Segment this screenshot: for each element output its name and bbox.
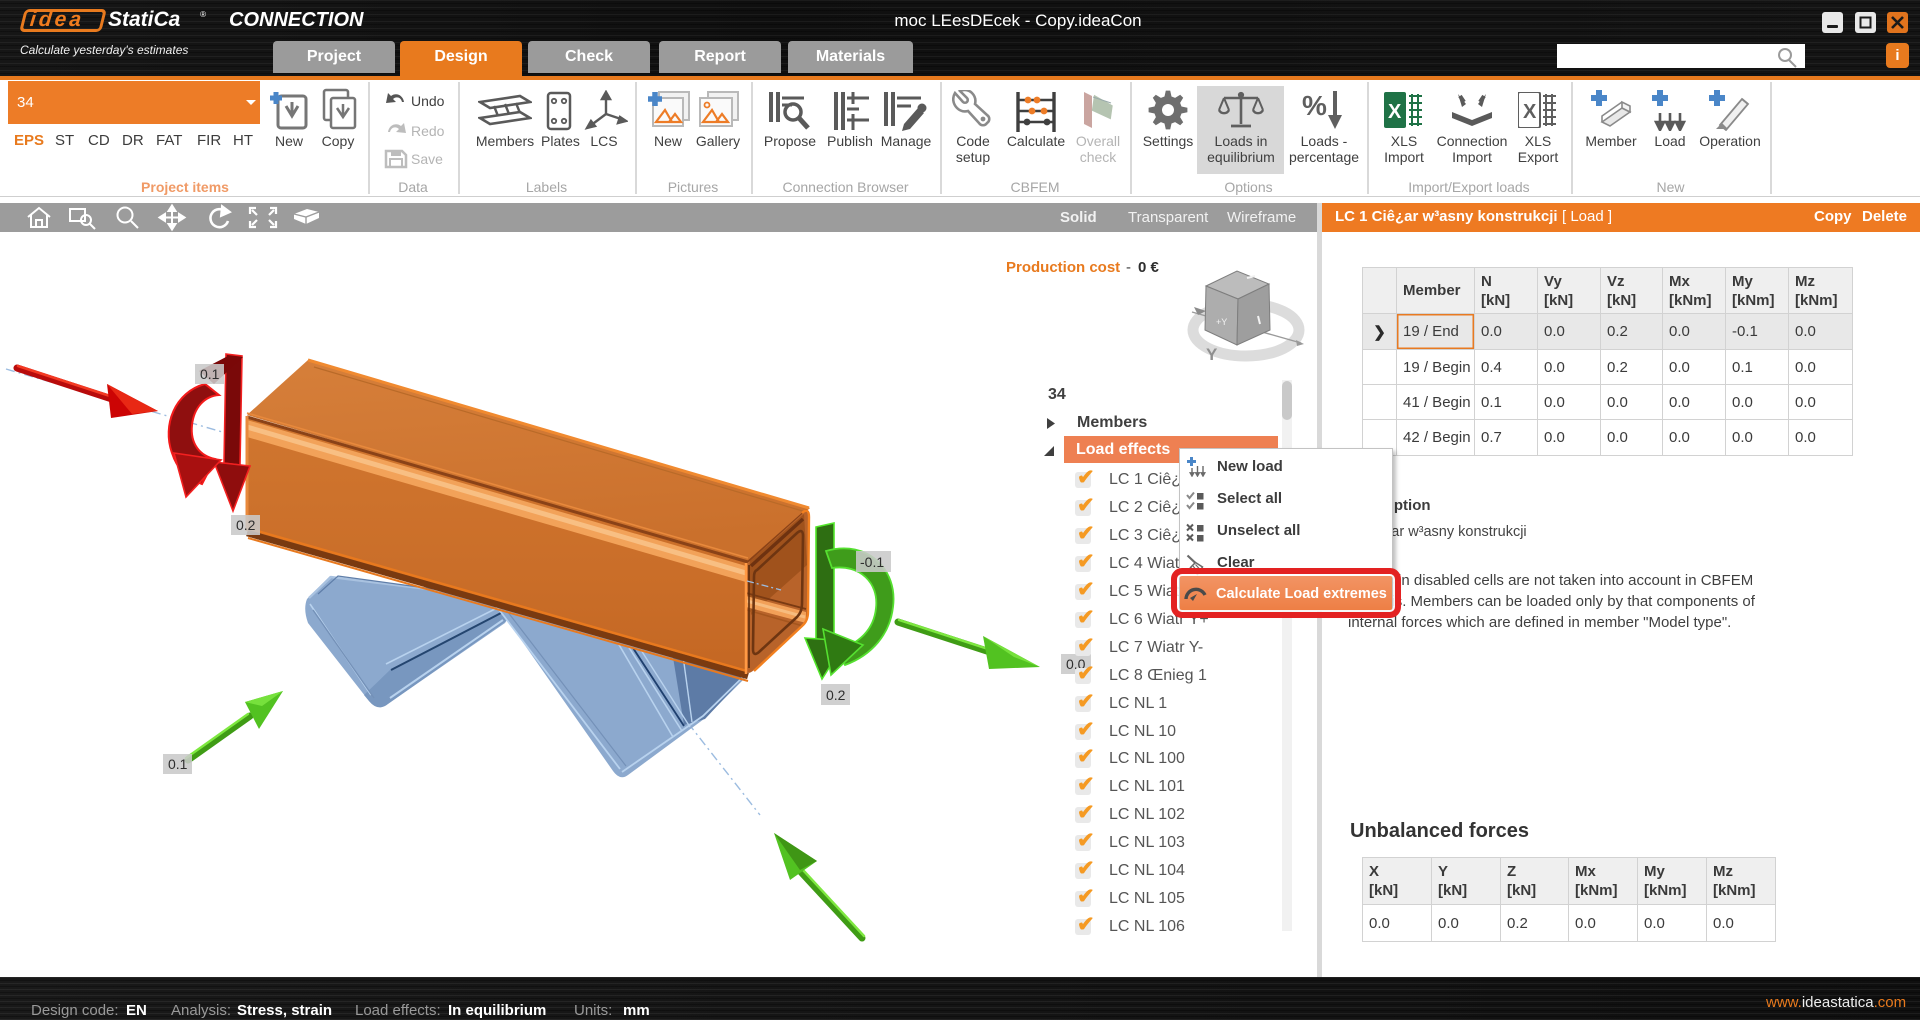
svg-text:0 €: 0 € xyxy=(1138,259,1160,276)
svg-text:0.1: 0.1 xyxy=(200,366,220,382)
svg-text:X: X xyxy=(1523,101,1537,123)
svg-text:-: - xyxy=(1126,259,1131,276)
svg-text:0.2: 0.2 xyxy=(826,687,846,703)
svg-text:-0.1: -0.1 xyxy=(860,554,884,570)
svg-text:X: X xyxy=(1388,101,1402,123)
svg-text:Y: Y xyxy=(1206,345,1218,364)
svg-text:%: % xyxy=(1302,90,1327,121)
svg-text:Production cost: Production cost xyxy=(1006,259,1120,276)
svg-text:+Y: +Y xyxy=(1216,317,1227,327)
svg-text:0.1: 0.1 xyxy=(168,756,188,772)
svg-text:0.2: 0.2 xyxy=(236,517,256,533)
